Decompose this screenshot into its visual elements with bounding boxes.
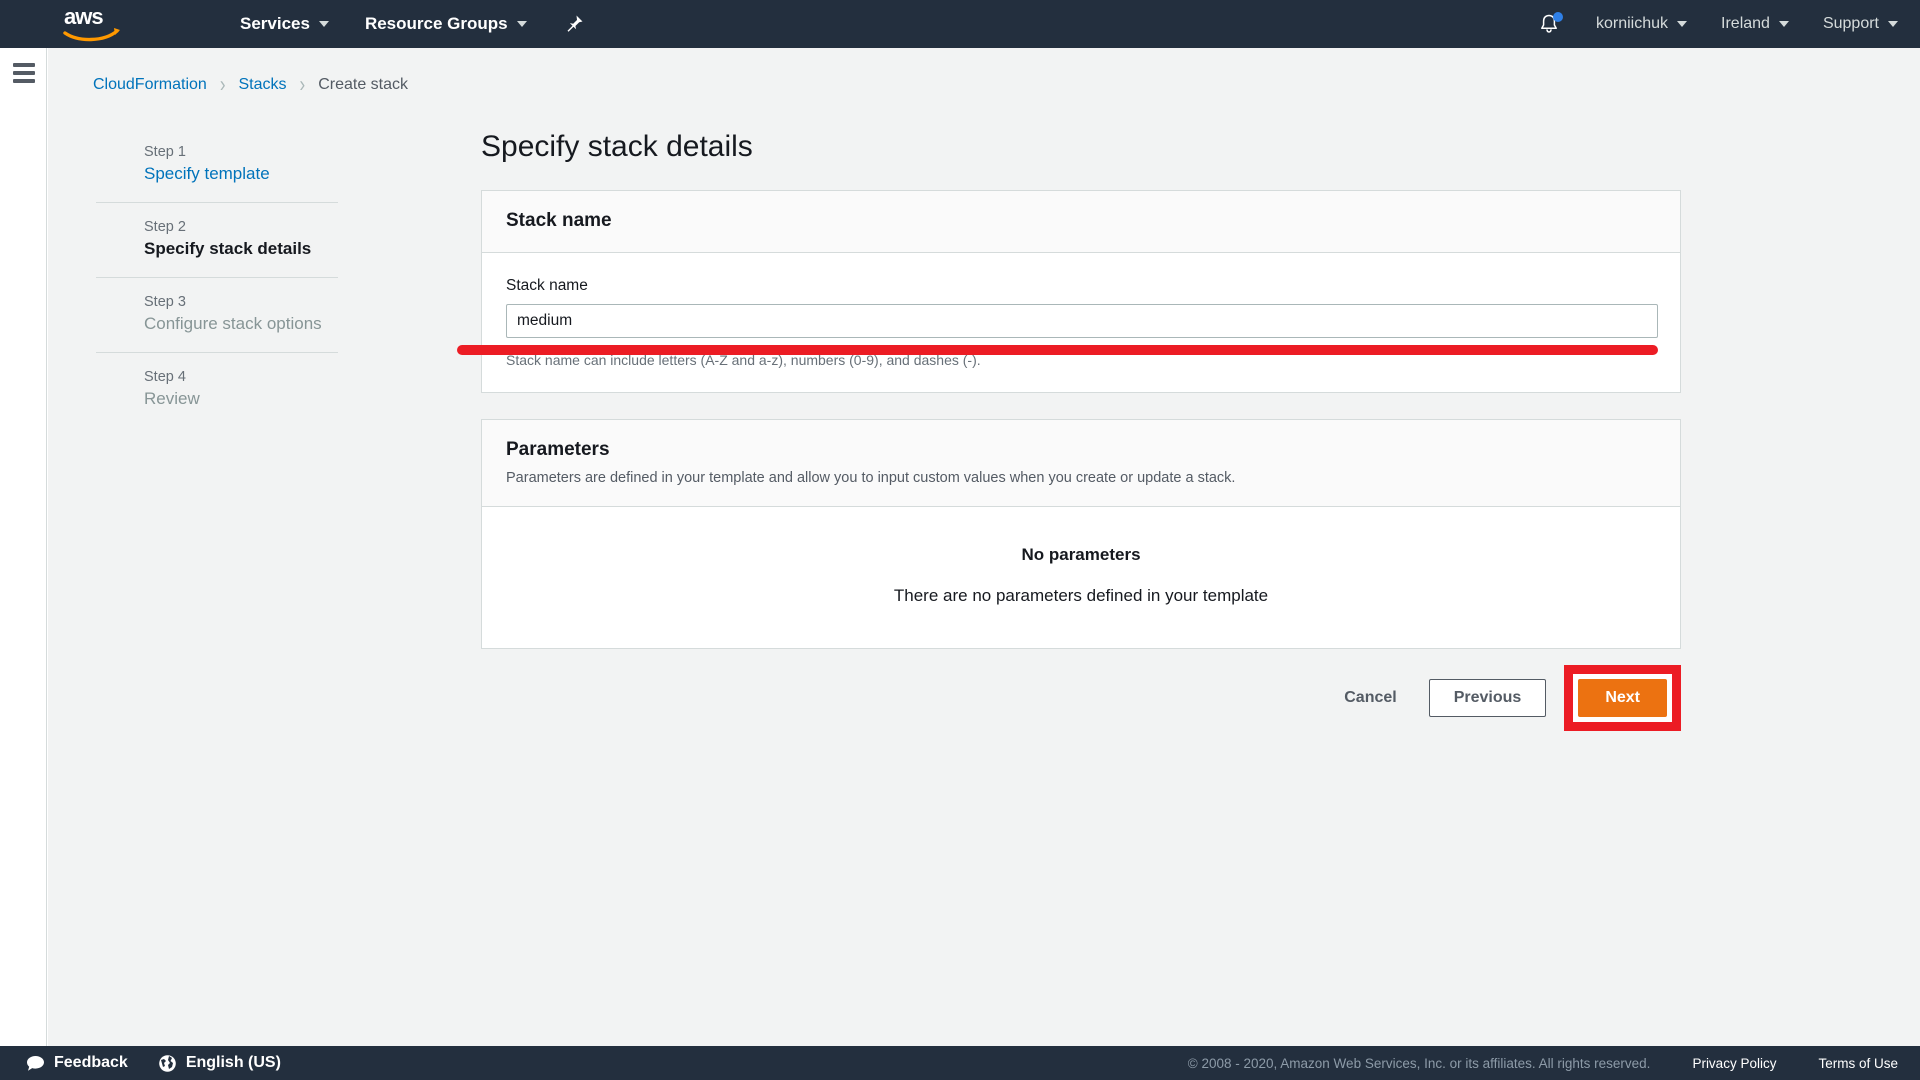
parameters-empty-subtitle: There are no parameters defined in your …: [893, 586, 1269, 605]
notification-badge-dot: [1553, 12, 1563, 22]
parameters-card: Parameters Parameters are defined in you…: [481, 419, 1681, 649]
previous-button[interactable]: Previous: [1428, 679, 1547, 717]
copyright-text: © 2008 - 2020, Amazon Web Services, Inc.…: [1187, 1055, 1651, 1071]
privacy-policy-link[interactable]: Privacy Policy: [1692, 1056, 1776, 1071]
breadcrumb-item-create-stack: Create stack: [318, 76, 408, 93]
chevron-down-icon: [516, 21, 527, 27]
stack-name-field-label: Stack name: [506, 277, 588, 294]
left-rail: [0, 48, 47, 1076]
main-column: Specify stack details Stack name Stack n…: [433, 48, 1681, 731]
nav-item-resource-groups-label: Resource Groups: [364, 14, 508, 33]
chevron-down-icon: [318, 21, 329, 27]
breadcrumb: CloudFormation › Stacks › Create stack: [93, 72, 408, 97]
wizard-step-1-number: Step 1: [144, 144, 186, 160]
step-wizard: Step 1 Specify template Step 2 Specify s…: [96, 128, 338, 427]
wizard-step-2-label: Specify stack details: [144, 239, 312, 258]
feedback-label: Feedback: [54, 1054, 128, 1071]
footer-bar: Feedback English (US) © 2008 - 2020, Ama…: [0, 1046, 1920, 1080]
wizard-step-4-number: Step 4: [144, 369, 186, 385]
globe-icon: [158, 1054, 177, 1073]
parameters-empty-title: No parameters: [1021, 545, 1141, 564]
wizard-step-2-number: Step 2: [144, 219, 186, 235]
stack-name-underline-annotation: [457, 345, 1658, 355]
chevron-down-icon: [1888, 21, 1898, 27]
parameters-card-header: Parameters Parameters are defined in you…: [482, 420, 1680, 507]
stack-name-card: Stack name Stack name Stack name can inc…: [481, 190, 1681, 393]
support-label: Support: [1822, 15, 1879, 32]
stack-name-card-body: Stack name Stack name can include letter…: [482, 253, 1680, 392]
aws-logo[interactable]: aws: [62, 4, 124, 44]
region-label: Ireland: [1721, 15, 1770, 32]
nav-item-support[interactable]: Support: [1823, 15, 1898, 33]
svg-text:aws: aws: [64, 4, 103, 29]
wizard-step-3[interactable]: Step 3 Configure stack options: [96, 277, 338, 352]
stack-name-input[interactable]: [506, 304, 1658, 338]
wizard-step-3-label: Configure stack options: [144, 314, 322, 333]
wizard-step-1-label[interactable]: Specify template: [144, 164, 338, 184]
top-nav-left-items: Services Resource Groups: [240, 13, 585, 35]
notifications-bell-icon[interactable]: [1536, 11, 1563, 37]
wizard-step-1[interactable]: Step 1 Specify template: [96, 128, 338, 202]
breadcrumb-item-stacks[interactable]: Stacks: [239, 76, 287, 94]
language-label: English (US): [185, 1054, 281, 1071]
breadcrumb-item-cloudformation[interactable]: CloudFormation: [93, 76, 207, 94]
content-area: CloudFormation › Stacks › Create stack S…: [48, 48, 1920, 1054]
parameters-card-title: Parameters: [506, 439, 610, 460]
parameters-empty-state: No parameters There are no parameters de…: [482, 507, 1680, 648]
chevron-down-icon: [1677, 21, 1688, 27]
page-title: Specify stack details: [481, 130, 753, 163]
pin-icon[interactable]: [563, 13, 585, 35]
top-nav-right-items: korniichuk Ireland Support: [1536, 0, 1920, 48]
nav-item-account-korniichuk[interactable]: korniichuk: [1596, 15, 1688, 33]
wizard-actions: Cancel Previous Next: [481, 665, 1681, 731]
language-selector[interactable]: English (US): [158, 1054, 281, 1073]
footer-right-group: © 2008 - 2020, Amazon Web Services, Inc.…: [1188, 1056, 1898, 1071]
hamburger-menu-icon[interactable]: [13, 63, 35, 87]
cancel-button[interactable]: Cancel: [1344, 689, 1396, 707]
nav-item-resource-groups[interactable]: Resource Groups: [365, 14, 527, 34]
nav-item-region-ireland[interactable]: Ireland: [1721, 15, 1789, 33]
terms-of-use-link[interactable]: Terms of Use: [1818, 1056, 1898, 1071]
chevron-down-icon: [1778, 21, 1789, 27]
wizard-step-3-number: Step 3: [144, 294, 186, 310]
next-button-highlight-annotation: Next: [1564, 665, 1681, 731]
wizard-step-2[interactable]: Step 2 Specify stack details: [96, 202, 338, 277]
top-navigation-bar: aws Services Resource Groups korniichuk …: [0, 0, 1920, 48]
footer-left-group: Feedback English (US): [26, 1054, 311, 1073]
stack-name-card-header: Stack name: [482, 191, 1680, 253]
speech-bubble-icon: [26, 1055, 45, 1072]
wizard-step-4-label: Review: [144, 389, 200, 408]
account-label: korniichuk: [1596, 15, 1669, 32]
stack-name-card-title: Stack name: [506, 210, 612, 231]
breadcrumb-separator-icon: ›: [219, 72, 226, 97]
next-button[interactable]: Next: [1578, 679, 1667, 717]
nav-item-services-label: Services: [240, 14, 310, 33]
feedback-button[interactable]: Feedback: [26, 1054, 128, 1072]
parameters-card-subtitle: Parameters are defined in your template …: [506, 470, 1236, 486]
wizard-step-4[interactable]: Step 4 Review: [96, 352, 338, 427]
aws-console-page: aws Services Resource Groups korniichuk …: [0, 0, 1920, 1080]
nav-item-services[interactable]: Services: [240, 14, 329, 34]
breadcrumb-separator-icon: ›: [299, 72, 306, 97]
